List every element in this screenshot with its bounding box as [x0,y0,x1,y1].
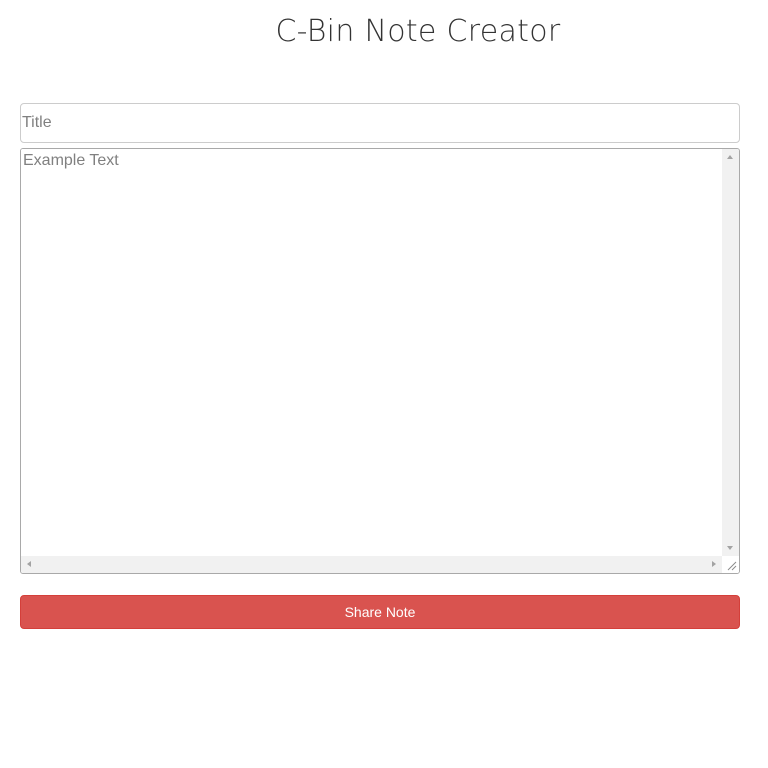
resize-handle[interactable] [722,556,739,573]
note-body-textarea[interactable] [21,149,722,556]
title-input[interactable] [20,103,740,143]
scroll-down-arrow-icon[interactable] [727,546,733,550]
horizontal-scrollbar[interactable] [21,556,722,573]
page-title: C-Bin Note Creator [275,14,561,49]
vertical-scrollbar[interactable] [722,149,739,556]
scroll-up-arrow-icon[interactable] [727,155,733,159]
share-note-button[interactable]: Share Note [20,595,740,629]
resize-grip-icon [727,561,737,571]
note-creator-page: C-Bin Note Creator Share Note [0,0,768,768]
scroll-right-arrow-icon[interactable] [712,561,716,567]
note-body-container [20,148,740,574]
scroll-left-arrow-icon[interactable] [27,561,31,567]
